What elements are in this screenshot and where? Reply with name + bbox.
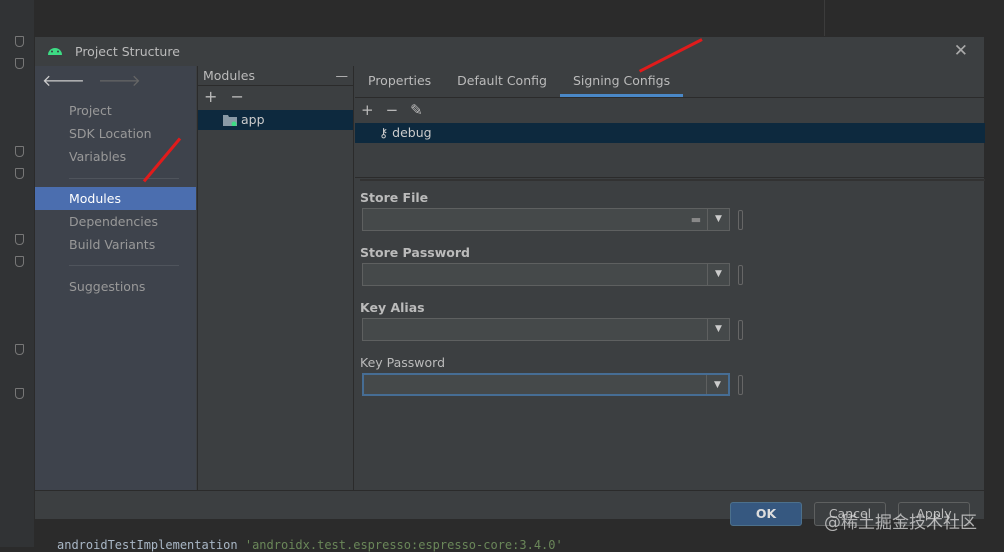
key-password-label: Key Password	[360, 355, 446, 370]
code-keyword: androidTestImplementation	[57, 538, 245, 552]
field-indicator	[738, 265, 743, 285]
store-file-input[interactable]: ▬ ▼	[362, 208, 730, 231]
edit-icon[interactable]: ✎	[410, 98, 423, 123]
sidebar-nav: 🡐 🡒 Project SDK Location Variables Modul…	[35, 66, 196, 490]
module-folder-icon	[223, 115, 237, 126]
back-arrow-icon[interactable]: 🡐	[42, 71, 85, 90]
fold-icon[interactable]	[15, 388, 24, 399]
field-indicator	[738, 210, 743, 230]
add-icon[interactable]: +	[361, 98, 374, 123]
modules-header: Modules —	[198, 66, 353, 86]
add-icon[interactable]: +	[204, 87, 217, 106]
chevron-down-icon[interactable]: ▼	[707, 264, 729, 285]
android-icon	[48, 48, 62, 55]
store-password-label: Store Password	[360, 245, 470, 260]
key-alias-input[interactable]: ▼	[362, 318, 730, 341]
store-password-input[interactable]: ▼	[362, 263, 730, 286]
signing-config-item[interactable]: ⚷ debug	[355, 123, 985, 143]
sidebar-item-sdk-location[interactable]: SDK Location	[35, 122, 196, 145]
editor-gutter	[0, 0, 34, 547]
watermark: @稀土掘金技术社区	[824, 513, 977, 533]
editor-guide	[824, 0, 825, 36]
fold-icon[interactable]	[15, 36, 24, 47]
fold-icon[interactable]	[15, 58, 24, 69]
signing-config-label: debug	[392, 125, 432, 140]
fold-icon[interactable]	[15, 234, 24, 245]
sidebar-item-build-variants[interactable]: Build Variants	[35, 233, 196, 256]
forward-arrow-icon[interactable]: 🡒	[98, 71, 141, 90]
tab-properties[interactable]: Properties	[355, 66, 444, 97]
tab-signing-configs[interactable]: Signing Configs	[559, 66, 684, 97]
chevron-down-icon[interactable]: ▼	[707, 209, 729, 230]
remove-icon[interactable]: −	[231, 87, 244, 106]
project-structure-dialog: Project Structure ✕ 🡐 🡒 Project SDK Loca…	[34, 36, 985, 526]
sidebar-item-suggestions[interactable]: Suggestions	[35, 275, 196, 298]
close-icon[interactable]: ✕	[954, 41, 968, 61]
chevron-down-icon[interactable]: ▼	[707, 319, 729, 340]
dialog-title: Project Structure	[75, 44, 180, 59]
fold-icon[interactable]	[15, 344, 24, 355]
key-alias-label: Key Alias	[360, 300, 425, 315]
module-label: app	[241, 112, 265, 127]
minimize-icon[interactable]: —	[336, 66, 349, 86]
fold-icon[interactable]	[15, 256, 24, 267]
editor-code-line: androidTestImplementation 'androidx.test…	[57, 538, 563, 552]
fold-icon[interactable]	[15, 168, 24, 179]
chevron-down-icon[interactable]: ▼	[706, 375, 728, 394]
remove-icon[interactable]: −	[386, 98, 399, 123]
signing-form: Store File ▬ ▼ Store Password ▼ Key Alias…	[360, 179, 985, 490]
module-settings: Properties Default Config Signing Config…	[355, 66, 985, 490]
tab-default-config[interactable]: Default Config	[444, 66, 560, 97]
sidebar-item-modules[interactable]: Modules	[35, 187, 196, 210]
modules-title: Modules	[203, 68, 255, 83]
modules-panel: Modules — + − app	[197, 66, 354, 490]
divider	[69, 178, 179, 179]
field-indicator	[738, 320, 743, 340]
divider	[69, 265, 179, 266]
sidebar-item-dependencies[interactable]: Dependencies	[35, 210, 196, 233]
key-icon: ⚷	[379, 125, 393, 140]
title-bar: Project Structure ✕	[35, 37, 984, 65]
ok-button[interactable]: OK	[730, 502, 802, 526]
key-password-input[interactable]: ▼	[362, 373, 730, 396]
code-string: 'androidx.test.espresso:espresso-core:3.…	[244, 538, 563, 552]
fold-icon[interactable]	[15, 146, 24, 157]
sidebar-item-project[interactable]: Project	[35, 99, 196, 122]
module-item-app[interactable]: app	[198, 110, 353, 130]
field-indicator	[738, 375, 743, 395]
folder-icon[interactable]: ▬	[685, 209, 707, 230]
store-file-label: Store File	[360, 190, 429, 205]
